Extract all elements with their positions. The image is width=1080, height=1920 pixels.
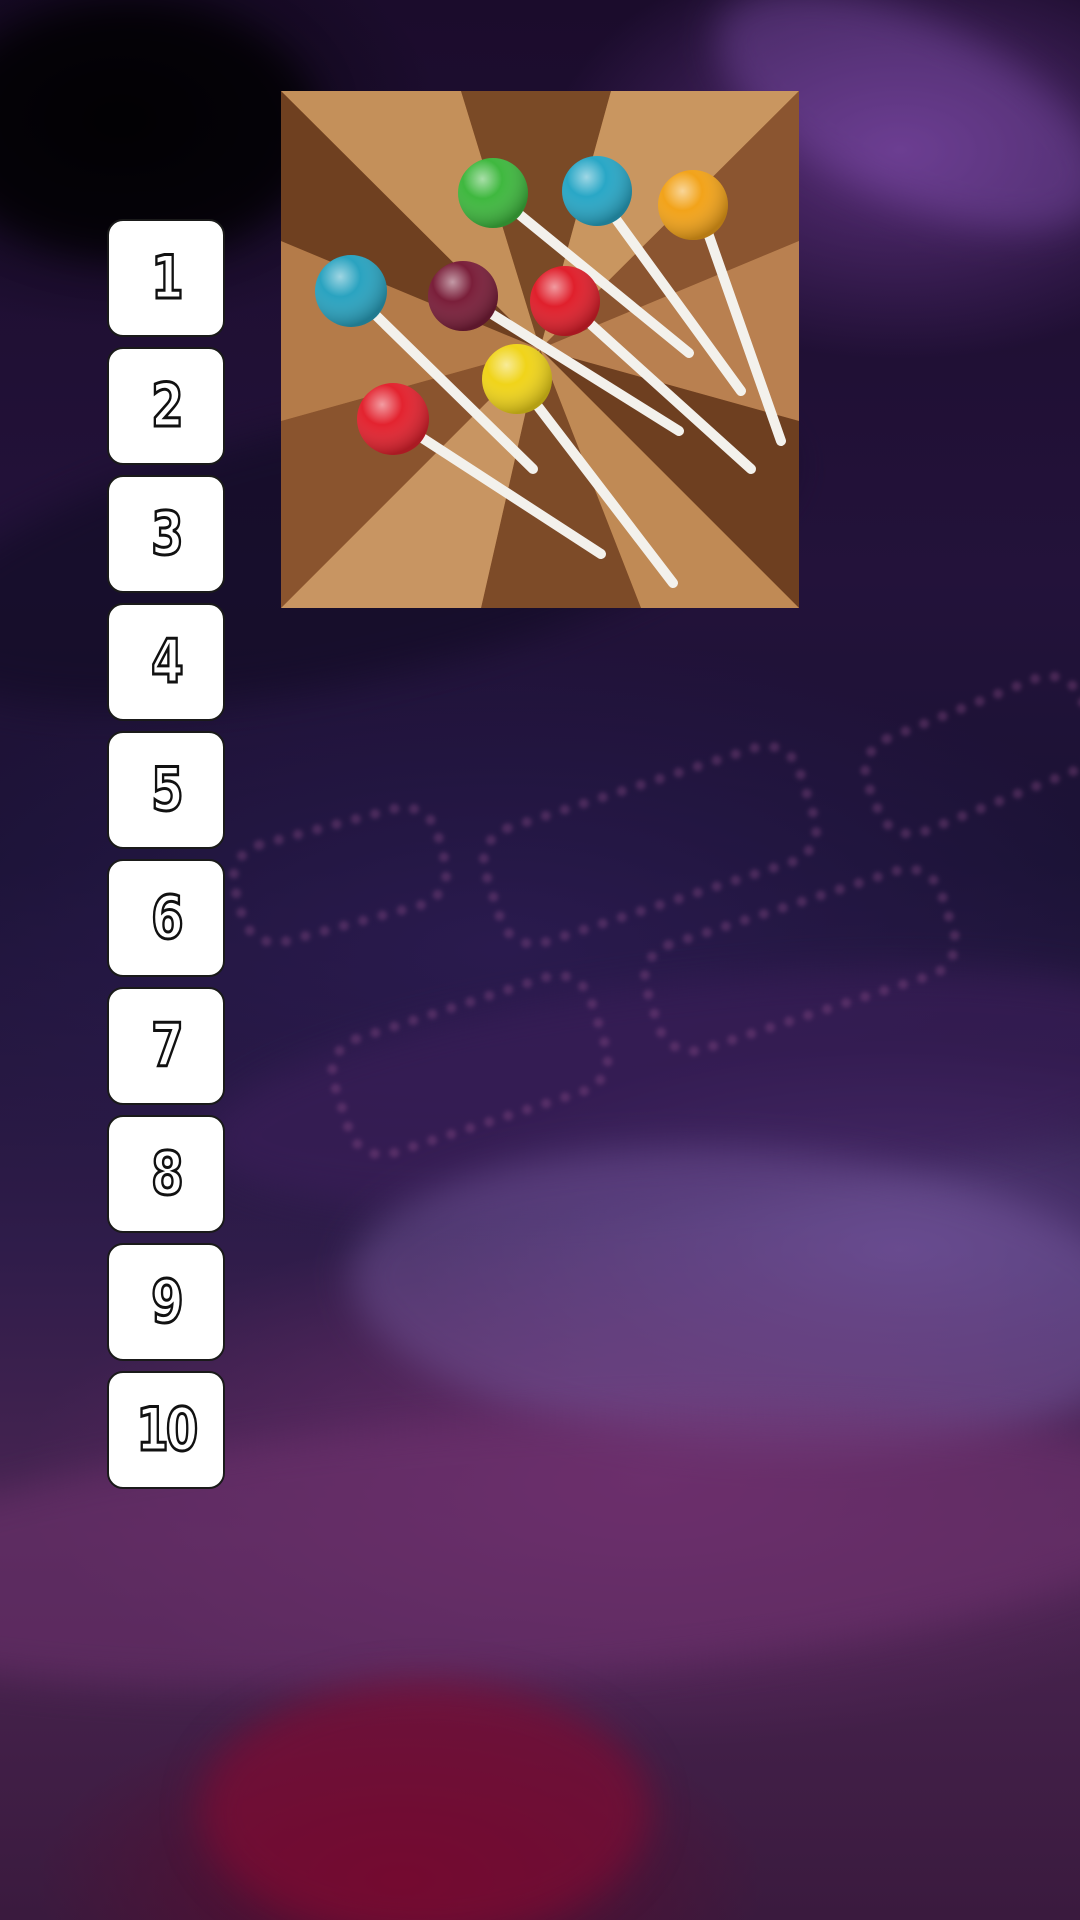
number-button-4[interactable]: 4 [107, 603, 225, 721]
number-button-list: 1 2 3 4 5 6 7 8 9 10 [107, 219, 227, 1499]
number-label: 3 [150, 499, 185, 569]
number-label: 10 [135, 1395, 199, 1465]
number-button-3[interactable]: 3 [107, 475, 225, 593]
number-button-5[interactable]: 5 [107, 731, 225, 849]
number-button-9[interactable]: 9 [107, 1243, 225, 1361]
number-button-10[interactable]: 10 [107, 1371, 225, 1489]
lollipops-photo[interactable] [281, 91, 799, 608]
number-label: 7 [150, 1011, 185, 1081]
number-button-2[interactable]: 2 [107, 347, 225, 465]
number-label: 9 [150, 1267, 185, 1337]
number-label: 2 [150, 371, 185, 441]
number-label: 8 [150, 1139, 185, 1209]
number-label: 6 [150, 883, 185, 953]
number-label: 1 [150, 243, 185, 313]
lollipops-on-wood-icon [281, 91, 799, 608]
number-button-7[interactable]: 7 [107, 987, 225, 1105]
number-button-6[interactable]: 6 [107, 859, 225, 977]
number-button-1[interactable]: 1 [107, 219, 225, 337]
number-label: 4 [150, 627, 185, 697]
number-label: 5 [150, 755, 185, 825]
number-button-8[interactable]: 8 [107, 1115, 225, 1233]
